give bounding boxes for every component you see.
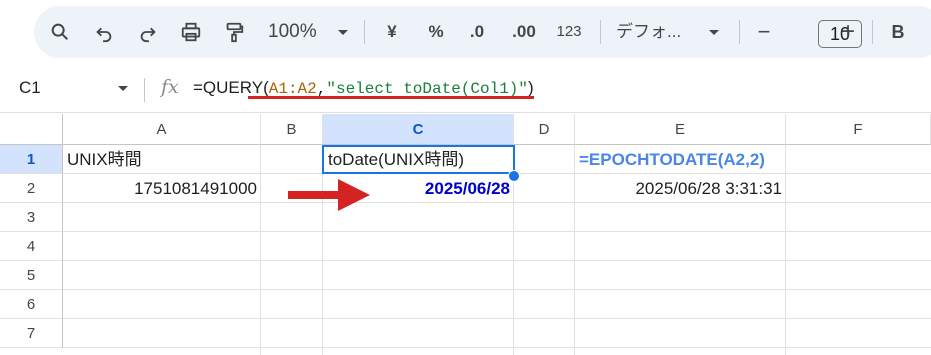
number-format-button[interactable]: 123 [552, 19, 586, 45]
zoom-chevron-down-icon[interactable] [338, 30, 348, 35]
toolbar: 100% ¥ % .0 .00 123 デフォ... − 10 + B [34, 6, 931, 58]
column-header-A[interactable]: A [63, 114, 261, 145]
toolbar-divider [600, 20, 601, 44]
currency-format-button[interactable]: ¥ [380, 19, 404, 45]
cell-E1[interactable]: =EPOCHTODATE(A2,2) [575, 145, 786, 174]
fx-icon: fx [161, 76, 179, 98]
row-header-5[interactable]: 5 [0, 261, 63, 290]
percent-format-button[interactable]: % [424, 19, 448, 45]
grid-line [63, 231, 931, 232]
grid-line [63, 260, 931, 261]
name-box-chevron-down-icon[interactable] [118, 86, 128, 91]
formula-function: =QUERY( [193, 78, 269, 97]
font-chevron-down-icon[interactable] [709, 30, 719, 35]
select-all-corner[interactable] [0, 114, 63, 145]
grid-line [63, 318, 931, 319]
increase-decimal-button[interactable]: .00 [506, 19, 542, 45]
row-header-1[interactable]: 1 [0, 145, 63, 174]
column-header-B[interactable]: B [261, 114, 323, 145]
formula-bar-divider [144, 78, 145, 102]
column-header-E[interactable]: E [575, 114, 786, 145]
right-arrow-icon [288, 179, 370, 211]
column-header-C[interactable]: C [323, 114, 514, 145]
cell-E2[interactable]: 2025/06/28 3:31:31 [575, 174, 786, 203]
spreadsheet-grid: A B C D E F 1 2 3 4 5 6 7 UNIX時間 1751081… [0, 114, 931, 355]
selection-fill-handle[interactable] [508, 170, 520, 182]
name-box[interactable]: C1 [19, 78, 41, 98]
grid-line [63, 347, 931, 348]
bold-button[interactable]: B [886, 19, 910, 45]
redo-icon[interactable] [134, 18, 162, 46]
search-icon[interactable] [46, 18, 74, 46]
formula-close-paren: ) [528, 78, 534, 97]
font-family-select[interactable]: デフォ... [616, 19, 681, 45]
toolbar-divider [872, 20, 873, 44]
decrease-decimal-button[interactable]: .0 [462, 19, 492, 45]
paint-format-icon[interactable] [220, 18, 248, 46]
grid-line [63, 289, 931, 290]
formula-bar: C1 fx =QUERY(A1:A2,"select toDate(Col1)"… [0, 66, 931, 113]
row-header-4[interactable]: 4 [0, 232, 63, 261]
annotation-underline [248, 96, 534, 99]
formula-input[interactable]: =QUERY(A1:A2,"select toDate(Col1)") [193, 78, 534, 98]
decrease-font-size-button[interactable]: − [752, 19, 776, 45]
row-header-3[interactable]: 3 [0, 203, 63, 232]
row-header-2[interactable]: 2 [0, 174, 63, 203]
toolbar-divider [739, 20, 740, 44]
cell-A1[interactable]: UNIX時間 [63, 145, 261, 174]
zoom-level[interactable]: 100% [268, 19, 317, 45]
cell-C1[interactable]: toDate(UNIX時間) [322, 145, 515, 174]
column-header-F[interactable]: F [786, 114, 931, 145]
undo-icon[interactable] [90, 18, 118, 46]
toolbar-divider [364, 20, 365, 44]
column-header-D[interactable]: D [514, 114, 575, 145]
print-icon[interactable] [177, 18, 205, 46]
row-header-6[interactable]: 6 [0, 290, 63, 319]
increase-font-size-button[interactable]: + [836, 19, 860, 45]
row-header-7[interactable]: 7 [0, 319, 63, 348]
cell-A2[interactable]: 1751081491000 [63, 174, 261, 203]
